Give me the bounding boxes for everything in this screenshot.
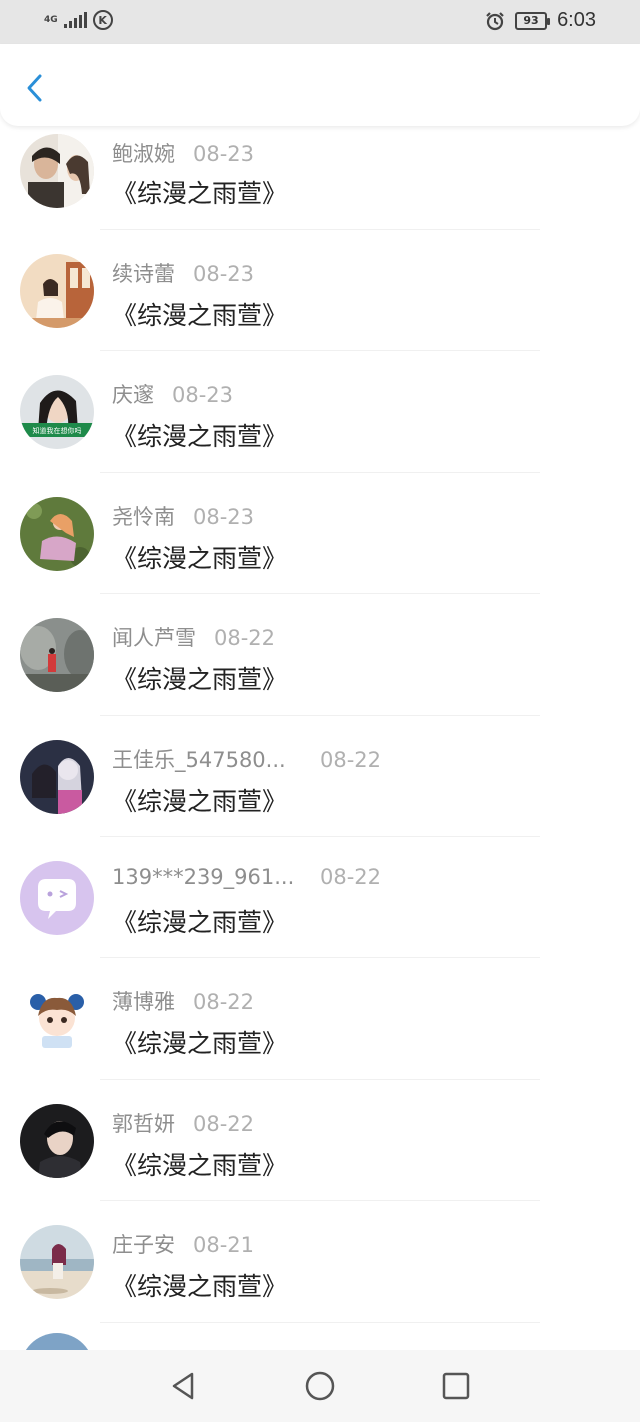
- item-date: 08-22: [193, 1111, 255, 1136]
- list-item[interactable]: 闻人芦雪 08-22 《综漫之雨萱》: [0, 594, 640, 716]
- item-meta: 庄子安 08-21: [112, 1229, 254, 1259]
- status-bar: 4G K 93 6:03: [0, 0, 640, 44]
- list-item[interactable]: 王佳乐_547580... 08-22 《综漫之雨萱》: [0, 716, 640, 837]
- avatar: [20, 860, 94, 935]
- item-title: 《综漫之雨萱》: [112, 786, 288, 816]
- list-item[interactable]: 庄子安 08-21 《综漫之雨萱》: [0, 1201, 640, 1323]
- item-date: 08-23: [193, 504, 255, 529]
- item-date: 08-22: [320, 747, 382, 772]
- user-name: 薄博雅: [112, 990, 175, 1015]
- item-meta: 尧怜南 08-23: [112, 501, 254, 531]
- item-date: 08-22: [214, 626, 276, 651]
- avatar: [20, 496, 94, 571]
- user-list: 鲍淑婉 08-23 《综漫之雨萱》 续诗蕾 08-23 《综漫之雨萱》 知道我在…: [0, 126, 640, 1350]
- list-item[interactable]: 鲍淑婉 08-23 《综漫之雨萱》: [0, 126, 640, 230]
- clock: 6:03: [557, 9, 596, 31]
- item-date: 08-21: [193, 1233, 255, 1258]
- list-item[interactable]: 139***239_961... 08-22 《综漫之雨萱》: [0, 837, 640, 959]
- item-title: 《综漫之雨萱》: [112, 1150, 288, 1180]
- list-item-partial: [0, 1323, 640, 1350]
- user-name: 庄子安: [112, 1233, 175, 1258]
- avatar: 知道我在想你吗: [20, 375, 94, 450]
- list-item[interactable]: 郭哲妍 08-22 《综漫之雨萱》: [0, 1080, 640, 1202]
- item-title: 《综漫之雨萱》: [112, 907, 288, 937]
- header: [0, 44, 640, 126]
- square-recent-icon[interactable]: [438, 1368, 474, 1404]
- item-title: 《综漫之雨萱》: [112, 665, 288, 695]
- item-meta: 鲍淑婉 08-23: [112, 138, 254, 168]
- avatar: [20, 618, 94, 693]
- item-title: 《综漫之雨萱》: [112, 543, 288, 573]
- item-title: 《综漫之雨萱》: [112, 1272, 288, 1302]
- item-title: 《综漫之雨萱》: [112, 301, 288, 330]
- item-meta: 续诗蕾 08-23: [112, 258, 254, 288]
- avatar: [20, 1103, 94, 1178]
- item-meta: 郭哲妍 08-22: [112, 1108, 254, 1138]
- item-date: 08-23: [172, 383, 234, 408]
- item-meta: 庆邃 08-23: [112, 379, 233, 409]
- item-meta: 139***239_961... 08-22: [112, 865, 381, 889]
- status-right: 93 6:03: [485, 9, 596, 32]
- list-item[interactable]: 知道我在想你吗 庆邃 08-23 《综漫之雨萱》: [0, 351, 640, 473]
- avatar: [20, 1332, 94, 1350]
- avatar: [20, 254, 94, 328]
- status-left: 4G K: [44, 10, 113, 30]
- user-name: 鲍淑婉: [112, 142, 175, 166]
- battery-icon: 93: [515, 11, 551, 30]
- network-indicator: 4G: [44, 14, 58, 25]
- user-name: 庆邃: [112, 383, 154, 408]
- avatar: [20, 982, 94, 1057]
- user-name: 王佳乐_547580...: [112, 747, 286, 772]
- user-name: 闻人芦雪: [112, 626, 196, 651]
- triangle-back-icon[interactable]: [166, 1368, 202, 1404]
- carrier-badge-icon: K: [92, 10, 113, 30]
- item-title: 《综漫之雨萱》: [112, 422, 288, 452]
- item-title: 《综漫之雨萱》: [112, 1029, 288, 1059]
- item-title: 《综漫之雨萱》: [112, 179, 288, 208]
- signal-icon: [63, 12, 87, 28]
- item-meta: 王佳乐_547580... 08-22: [112, 744, 381, 774]
- list-item[interactable]: 尧怜南 08-23 《综漫之雨萱》: [0, 473, 640, 595]
- user-name: 尧怜南: [112, 504, 175, 529]
- item-date: 08-22: [320, 864, 382, 889]
- item-date: 08-22: [193, 990, 255, 1015]
- user-name: 续诗蕾: [112, 262, 175, 286]
- circle-home-icon[interactable]: [302, 1368, 338, 1404]
- avatar: [20, 739, 94, 814]
- avatar-caption: 知道我在想你吗: [33, 426, 82, 435]
- list-item[interactable]: 薄博雅 08-22 《综漫之雨萱》: [0, 958, 640, 1080]
- alarm-icon: [486, 11, 504, 30]
- item-date: 08-23: [193, 142, 255, 166]
- item-meta: 薄博雅 08-22: [112, 986, 254, 1016]
- avatar: [20, 1225, 94, 1300]
- system-nav-bar: [0, 1350, 640, 1422]
- user-name: 139***239_961...: [112, 864, 295, 889]
- item-date: 08-23: [193, 262, 255, 286]
- avatar: [20, 134, 94, 208]
- list-item[interactable]: 续诗蕾 08-23 《综漫之雨萱》: [0, 230, 640, 352]
- item-meta: 闻人芦雪 08-22: [112, 622, 275, 652]
- chevron-left-icon[interactable]: [20, 70, 50, 106]
- user-name: 郭哲妍: [112, 1111, 175, 1136]
